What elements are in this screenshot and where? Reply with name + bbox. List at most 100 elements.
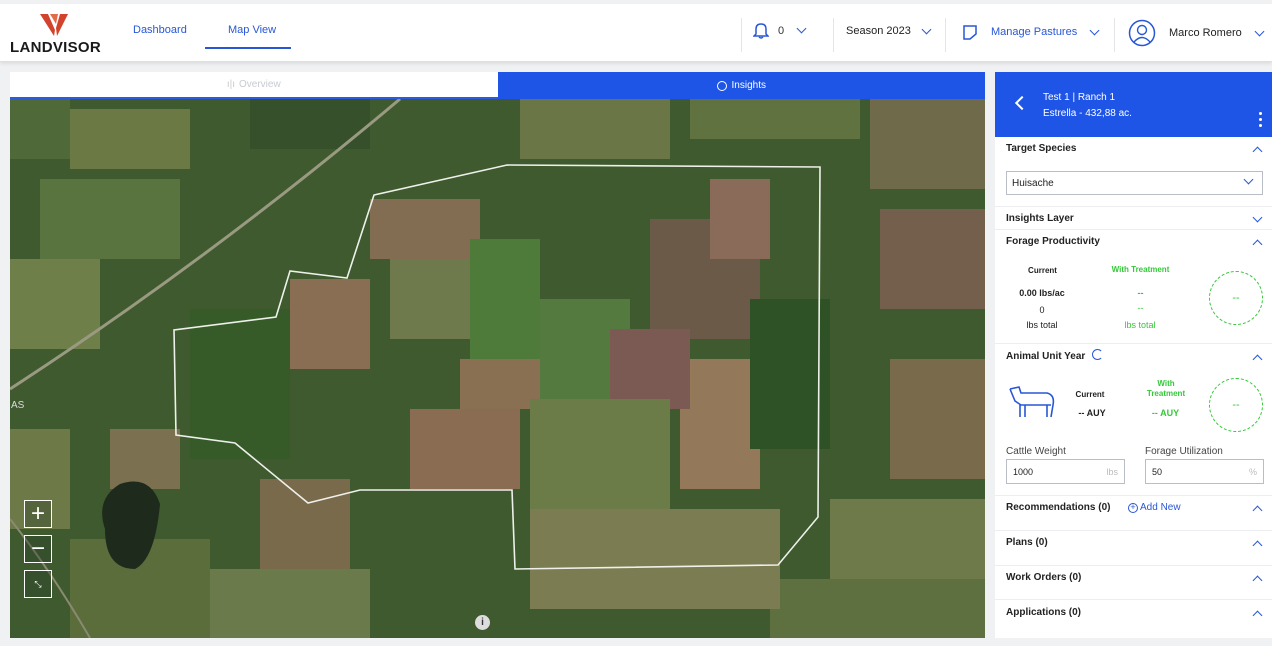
bar-chart-icon: ı|ı <box>226 79 235 90</box>
target-species-value: Huisache <box>1012 177 1054 189</box>
forage-productivity-title: Forage Productivity <box>1006 236 1100 247</box>
chevron-down-icon <box>796 23 807 34</box>
back-chevron-icon[interactable] <box>1014 95 1030 111</box>
recommendations-title[interactable]: Recommendations (0) <box>1006 502 1110 513</box>
forage-treatment-label: With Treatment <box>1111 265 1170 274</box>
map-tabs: ı|ı Overview Insights <box>10 72 985 99</box>
forage-treatment-unit: lbs total <box>1124 320 1156 330</box>
manage-pastures-label: Manage Pastures <box>991 26 1078 38</box>
add-new-label: Add New <box>1140 502 1181 513</box>
expand-icon: ⤡ <box>34 578 42 589</box>
forage-treatment-rate: -- <box>1137 288 1144 298</box>
chevron-up-icon[interactable] <box>1252 239 1263 250</box>
divider <box>833 18 834 52</box>
divider <box>995 343 1272 344</box>
divider <box>741 18 742 52</box>
brand-name: LANDVISOR <box>10 39 102 56</box>
auy-gauge: -- <box>1209 378 1263 432</box>
forage-utilization-unit: % <box>1248 466 1257 477</box>
chevron-up-icon[interactable] <box>1252 505 1263 516</box>
tab-dashboard[interactable]: Dashboard <box>133 24 187 36</box>
forage-utilization-label: Forage Utilization <box>1145 446 1223 457</box>
info-icon[interactable]: i <box>475 615 490 630</box>
target-species-select[interactable]: Huisache <box>1006 171 1263 195</box>
satellite-map[interactable] <box>10 99 985 638</box>
map-side-label: AS <box>11 400 25 411</box>
cattle-weight-value: 1000 <box>1013 466 1034 477</box>
divider <box>995 599 1272 600</box>
chevron-up-icon[interactable] <box>1252 354 1263 365</box>
forage-current-rate: 0.00 lbs/ac <box>1019 288 1065 298</box>
insights-icon <box>716 80 727 91</box>
divider <box>995 229 1272 230</box>
target-species-title: Target Species <box>1006 143 1077 154</box>
forage-utilization-value: 50 <box>1152 466 1163 477</box>
pasture-icon <box>963 25 977 40</box>
divider <box>995 530 1272 531</box>
insights-layer-title[interactable]: Insights Layer <box>1006 213 1074 224</box>
divider <box>995 206 1272 207</box>
user-name: Marco Romero <box>1169 27 1242 39</box>
chevron-down-icon <box>1089 25 1100 35</box>
panel-header: Test 1 | Ranch 1 Estrella - 432,88 ac. <box>995 72 1272 137</box>
notifications-button[interactable]: 0 <box>753 22 807 39</box>
chevron-down-icon <box>1254 26 1265 36</box>
forage-gauge: -- <box>1209 271 1263 325</box>
zoom-out-button[interactable]: − <box>24 535 52 563</box>
divider <box>995 495 1272 496</box>
map-container[interactable]: ı|ı Overview Insights AS + − ⤡ i <box>10 72 985 638</box>
divider <box>1114 18 1115 52</box>
refresh-icon[interactable] <box>1092 349 1103 360</box>
tab-insights-label: Insights <box>731 80 766 91</box>
chevron-down-icon <box>1243 174 1254 185</box>
plus-circle-icon: + <box>1128 502 1138 513</box>
auy-treatment-label-2: Treatment <box>1146 389 1186 398</box>
cattle-weight-input[interactable]: 1000 lbs <box>1006 459 1125 484</box>
bell-icon <box>753 23 769 39</box>
cattle-weight-unit: lbs <box>1106 466 1118 477</box>
pasture-subtitle: Estrella - 432,88 ac. <box>1043 108 1132 119</box>
user-menu[interactable]: Marco Romero <box>1128 19 1265 47</box>
chevron-up-icon[interactable] <box>1252 146 1263 157</box>
active-tab-indicator <box>205 47 291 49</box>
auy-current-value: -- AUY <box>1078 408 1106 418</box>
applications-title[interactable]: Applications (0) <box>1006 607 1081 618</box>
forage-utilization-input[interactable]: 50 % <box>1145 459 1264 484</box>
season-label: Season 2023 <box>846 25 911 37</box>
chevron-down-icon <box>921 24 932 34</box>
season-select[interactable]: Season 2023 <box>846 24 932 37</box>
cow-icon <box>1009 386 1055 418</box>
manage-pastures-button[interactable]: Manage Pastures <box>962 24 1100 40</box>
plans-title[interactable]: Plans (0) <box>1006 537 1048 548</box>
work-orders-title[interactable]: Work Orders (0) <box>1006 572 1081 583</box>
chevron-up-icon[interactable] <box>1252 575 1263 586</box>
add-recommendation-button[interactable]: + Add New <box>1128 502 1181 513</box>
zoom-in-button[interactable]: + <box>24 500 52 528</box>
divider <box>945 18 946 52</box>
avatar-icon <box>1128 19 1156 47</box>
auy-treatment-value: -- AUY <box>1151 408 1180 418</box>
forage-current-total: 0 <box>1039 305 1045 315</box>
tab-map-view[interactable]: Map View <box>228 24 276 36</box>
chevron-up-icon[interactable] <box>1252 610 1263 621</box>
logo-mark-icon <box>40 14 68 36</box>
animal-unit-year-title: Animal Unit Year <box>1006 351 1086 362</box>
auy-current-label: Current <box>1075 390 1105 399</box>
cattle-weight-label: Cattle Weight <box>1006 446 1066 457</box>
tab-insights[interactable]: Insights <box>497 72 985 99</box>
forage-treatment-total: -- <box>1137 303 1144 313</box>
tab-overview[interactable]: ı|ı Overview <box>10 72 498 99</box>
forage-current-unit: lbs total <box>1026 320 1058 330</box>
fullscreen-button[interactable]: ⤡ <box>24 570 52 598</box>
pasture-title: Test 1 | Ranch 1 <box>1043 92 1116 103</box>
insights-panel: Test 1 | Ranch 1 Estrella - 432,88 ac. T… <box>995 72 1272 638</box>
landvisor-logo[interactable]: LANDVISOR <box>10 12 106 56</box>
chevron-down-icon[interactable] <box>1252 212 1263 223</box>
tab-overview-label: Overview <box>238 79 281 90</box>
forage-current-label: Current <box>1028 266 1057 275</box>
auy-treatment-label-1: With <box>1157 379 1175 388</box>
more-options-icon[interactable] <box>1259 112 1262 127</box>
chevron-up-icon[interactable] <box>1252 540 1263 551</box>
top-bar: LANDVISOR Dashboard Map View 0 Season 20… <box>0 4 1272 62</box>
notifications-count: 0 <box>778 24 785 37</box>
